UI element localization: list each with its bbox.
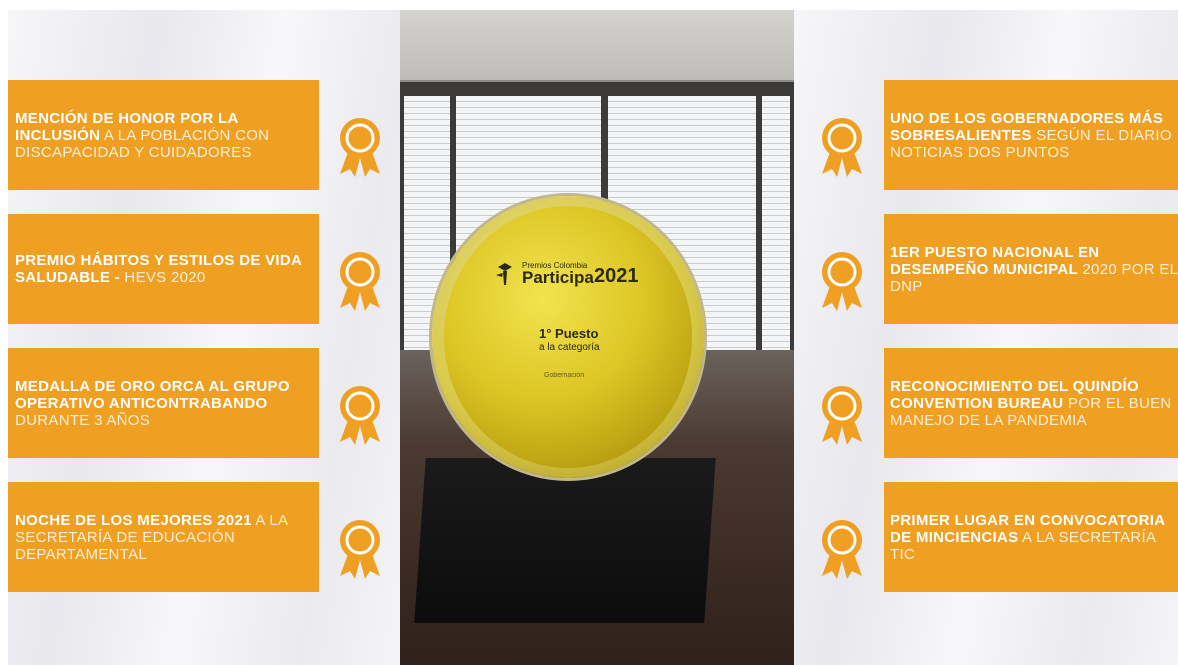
award-card: PRIMER LUGAR EN CONVOCATORIA DE MINCIENC… <box>884 482 1178 592</box>
award-ribbon-icon <box>822 520 862 579</box>
award-ribbon-icon <box>340 520 380 579</box>
award-text: MENCIÓN DE HONOR POR LA INCLUSIÓN A LA P… <box>8 110 305 161</box>
award-card: PREMIO HÁBITOS Y ESTILOS DE VIDA SALUDAB… <box>8 214 319 324</box>
trophy-sub: Gobernación <box>544 372 585 379</box>
award-text: PRIMER LUGAR EN CONVOCATORIA DE MINCIENC… <box>884 512 1178 563</box>
award-card: 1ER PUESTO NACIONAL EN DESEMPEÑO MUNICIP… <box>884 214 1178 324</box>
award-card: RECONOCIMIENTO DEL QUINDÍO CONVENTION BU… <box>884 348 1178 458</box>
trophy-category: a la categoría <box>539 342 600 353</box>
award-detail: HEVS 2020 <box>119 269 206 286</box>
award-card: NOCHE DE LOS MEJORES 2021 A LA SECRETARÍ… <box>8 482 319 592</box>
award-ribbon-icon <box>340 386 380 445</box>
award-text: UNO DE LOS GOBERNADORES MÁS SOBRESALIENT… <box>884 110 1178 161</box>
award-title: MEDALLA DE ORO ORCA AL GRUPO OPERATIVO A… <box>15 377 290 412</box>
award-title: NOCHE DE LOS MEJORES 2021 <box>15 511 252 529</box>
award-text: PREMIO HÁBITOS Y ESTILOS DE VIDA SALUDAB… <box>8 252 305 286</box>
trophy-disc: Premios Colombia Participa 2021 1° Puest… <box>444 206 692 468</box>
trophy-year: 2021 <box>594 265 639 287</box>
award-ribbon-icon <box>340 118 380 177</box>
award-card: UNO DE LOS GOBERNADORES MÁS SOBRESALIENT… <box>884 80 1178 190</box>
award-ribbon-icon <box>822 252 862 311</box>
award-ribbon-icon <box>340 252 380 311</box>
award-ribbon-icon <box>822 118 862 177</box>
right-awards-panel: UNO DE LOS GOBERNADORES MÁS SOBRESALIENT… <box>794 10 1178 665</box>
trophy-base <box>414 458 716 623</box>
left-awards-panel: MENCIÓN DE HONOR POR LA INCLUSIÓN A LA P… <box>8 10 400 665</box>
trophy-photo: Premios Colombia Participa 2021 1° Puest… <box>400 10 794 665</box>
trophy-big-label: Participa <box>522 268 594 287</box>
award-text: RECONOCIMIENTO DEL QUINDÍO CONVENTION BU… <box>884 378 1178 429</box>
participa-logo <box>496 263 512 285</box>
trophy-puesto: 1° Puesto <box>539 326 599 341</box>
award-detail: DURANTE 3 AÑOS <box>15 411 151 429</box>
award-card: MEDALLA DE ORO ORCA AL GRUPO OPERATIVO A… <box>8 348 319 458</box>
award-ribbon-icon <box>822 386 862 445</box>
award-title: 1ER PUESTO NACIONAL EN DESEMPEÑO MUNICIP… <box>890 243 1100 278</box>
photo-ceiling <box>400 10 794 80</box>
award-text: NOCHE DE LOS MEJORES 2021 A LA SECRETARÍ… <box>8 512 305 563</box>
photo-blind <box>762 96 790 366</box>
award-text: 1ER PUESTO NACIONAL EN DESEMPEÑO MUNICIP… <box>884 244 1178 295</box>
award-card: MENCIÓN DE HONOR POR LA INCLUSIÓN A LA P… <box>8 80 319 190</box>
award-text: MEDALLA DE ORO ORCA AL GRUPO OPERATIVO A… <box>8 378 305 429</box>
